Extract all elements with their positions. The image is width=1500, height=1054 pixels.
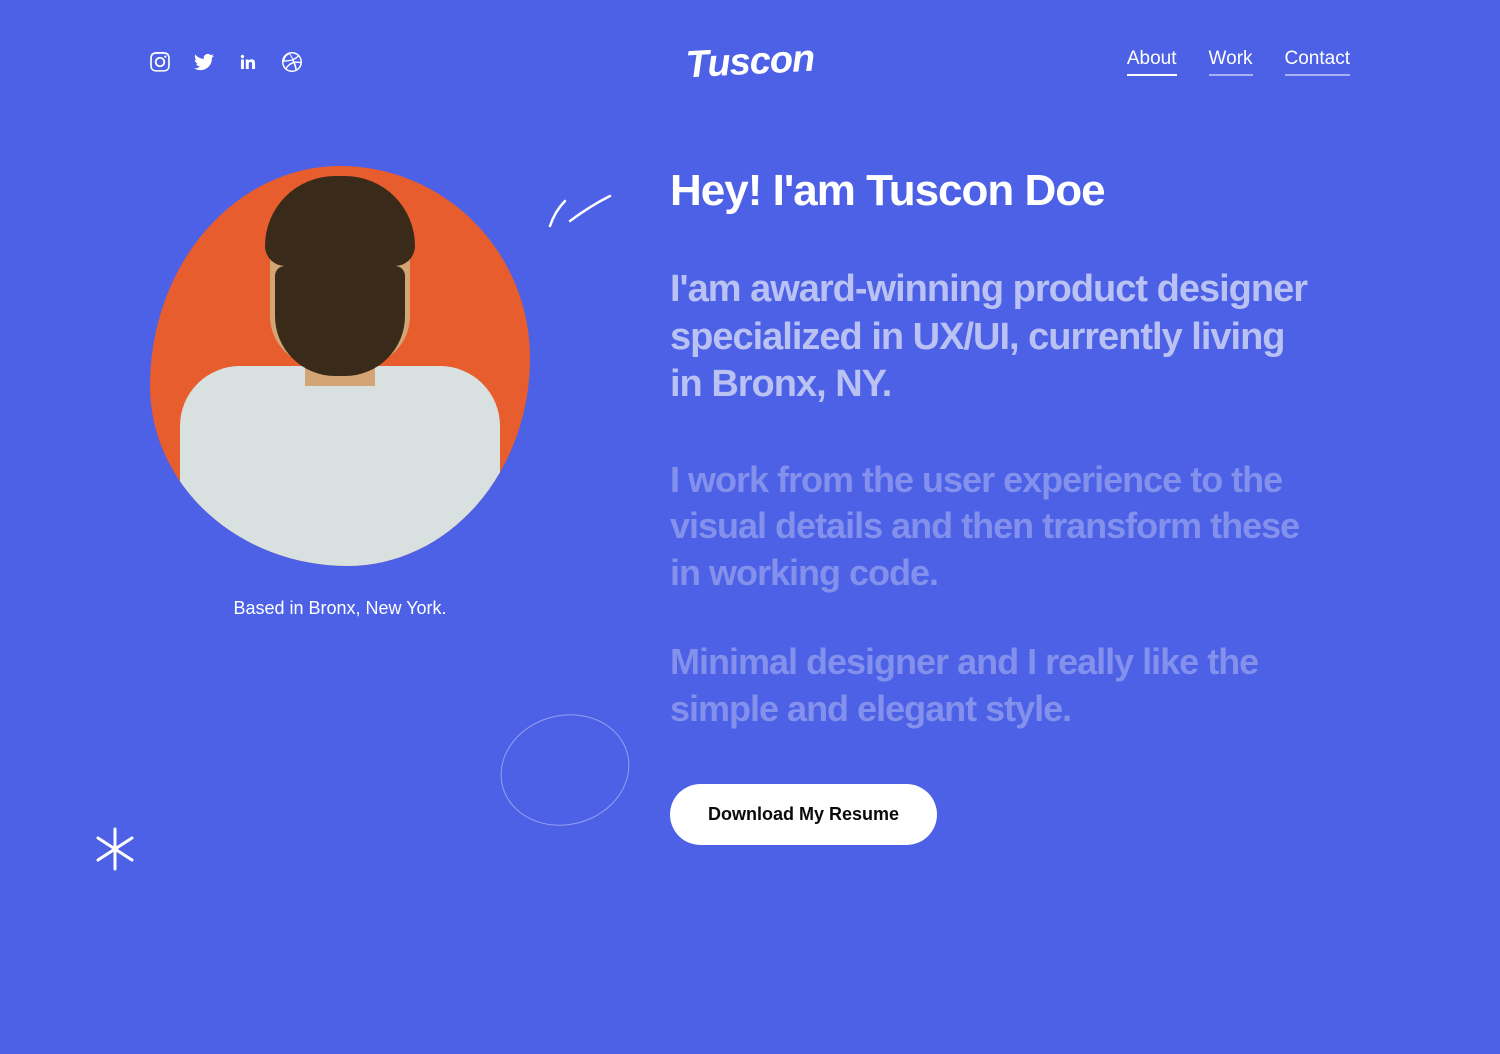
headline: Hey! I'am Tuscon Doe	[670, 166, 1310, 216]
nav-work[interactable]: Work	[1209, 48, 1253, 76]
profile-section: Based in Bronx, New York.	[150, 166, 570, 845]
nav: About Work Contact	[1127, 48, 1350, 76]
twitter-icon[interactable]	[194, 52, 214, 72]
location-text: Based in Bronx, New York.	[150, 598, 530, 619]
header: Tuscon About Work Contact	[0, 0, 1500, 76]
content-column: Hey! I'am Tuscon Doe I'am award-winning …	[670, 166, 1310, 845]
instagram-icon[interactable]	[150, 52, 170, 72]
nav-contact[interactable]: Contact	[1285, 48, 1350, 76]
social-icons	[150, 52, 302, 72]
download-resume-button[interactable]: Download My Resume	[670, 784, 937, 845]
nav-about[interactable]: About	[1127, 48, 1177, 76]
profile-avatar	[150, 166, 530, 566]
spark-decoration-icon	[540, 176, 620, 246]
linkedin-icon[interactable]	[238, 52, 258, 72]
dribbble-icon[interactable]	[282, 52, 302, 72]
oval-decoration-icon	[488, 701, 642, 841]
subheadline: I'am award-winning product designer spec…	[670, 266, 1310, 409]
paragraph-1: I work from the user experience to the v…	[670, 457, 1310, 597]
logo[interactable]: Tuscon	[685, 37, 816, 87]
asterisk-decoration-icon	[90, 824, 140, 874]
paragraph-2: Minimal designer and I really like the s…	[670, 639, 1310, 733]
main-content: Based in Bronx, New York. Hey! I'am Tusc…	[0, 76, 1500, 845]
